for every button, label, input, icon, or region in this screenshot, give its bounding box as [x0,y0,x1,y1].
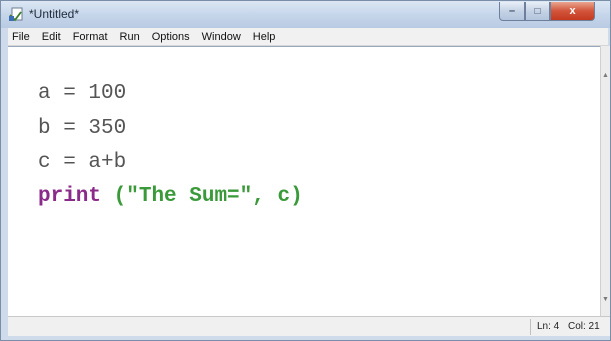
menu-file[interactable]: File [12,31,30,43]
title-bar[interactable]: *Untitled* – □ x [1,1,610,28]
code-line-4: print ("The Sum=", c) [38,185,303,208]
menu-edit[interactable]: Edit [42,31,61,43]
print-keyword: print [38,185,102,208]
line-indicator: Ln: 4 [537,321,560,332]
menu-format[interactable]: Format [73,31,108,43]
code-line-3: c = a+b [38,151,127,174]
status-divider [530,319,531,335]
code-line-2: b = 350 [38,117,127,140]
idle-document-icon [9,7,23,22]
close-button[interactable]: x [550,2,595,21]
status-bar: Ln: 4 Col: 21 [8,316,610,336]
menu-run[interactable]: Run [120,31,140,43]
menu-bar: File Edit Format Run Options Window Help [8,28,608,46]
scroll-up-arrow-icon[interactable]: ▲ [602,72,609,80]
idle-editor-window: *Untitled* – □ x File Edit Format Run Op… [0,0,611,341]
code-editor[interactable]: a = 100 b = 350 c = a+b print ("The Sum=… [8,46,600,316]
window-title: *Untitled* [29,7,80,21]
close-icon: x [569,5,576,17]
menu-options[interactable]: Options [152,31,190,43]
open-paren: ( [101,185,127,208]
code-line-1: a = 100 [38,82,127,105]
maximize-icon: □ [534,5,541,17]
scroll-down-arrow-icon[interactable]: ▼ [602,296,609,304]
menu-help[interactable]: Help [253,31,276,43]
column-indicator: Col: 21 [568,321,600,332]
close-args: , c) [252,185,303,208]
minimize-button[interactable]: – [499,2,525,21]
maximize-button[interactable]: □ [525,2,550,21]
string-literal: "The Sum=" [126,185,253,208]
minimize-icon: – [508,5,516,17]
menu-window[interactable]: Window [202,31,241,43]
vertical-scrollbar[interactable]: ▲ ▼ [600,46,610,316]
